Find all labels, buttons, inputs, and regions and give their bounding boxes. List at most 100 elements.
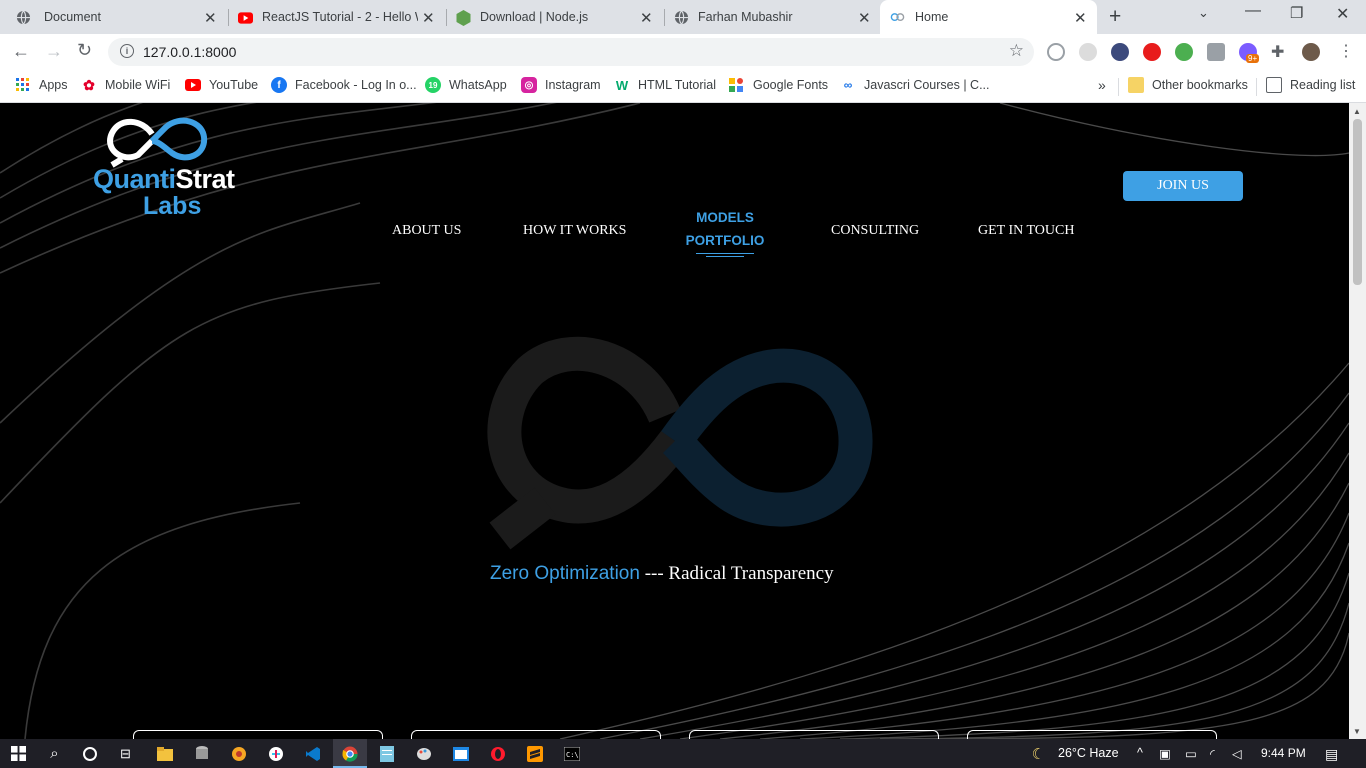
back-button[interactable]: ← [12, 41, 30, 62]
tab-farhan[interactable]: Farhan Mubashir ✕ [664, 0, 880, 34]
search-icon[interactable]: ⌕ [46, 745, 63, 762]
bookmark-facebook[interactable]: f Facebook - Log In o... [271, 77, 417, 93]
feature-card [133, 730, 383, 739]
chrome-icon[interactable] [341, 745, 358, 762]
youtube-icon [238, 10, 253, 25]
globe-icon [16, 10, 31, 25]
tab-home[interactable]: Home ✕ [880, 0, 1097, 34]
nav-how-it-works[interactable]: HOW IT WORKS [523, 223, 626, 239]
nav-about-us[interactable]: ABOUT US [392, 223, 461, 239]
bookmark-apps[interactable]: Apps [15, 77, 68, 93]
huawei-icon: ✿ [83, 76, 95, 93]
camera-icon[interactable] [1207, 43, 1225, 61]
scroll-down-arrow-icon[interactable]: ▼ [1353, 727, 1361, 736]
tab-nodejs[interactable]: Download | Node.js ✕ [446, 0, 664, 34]
nav-get-in-touch[interactable]: GET IN TOUCH [978, 223, 1074, 239]
cursor-extension-icon[interactable] [1111, 43, 1129, 61]
clock[interactable]: 9:44 PM [1261, 746, 1306, 760]
sublime-icon[interactable] [526, 745, 543, 762]
task-view-icon[interactable]: ⊟ [117, 745, 134, 762]
bookmarks-overflow-button[interactable]: » [1098, 77, 1106, 93]
bookmarks-bar: Apps ✿ Mobile WiFi YouTube f Facebook - Lo… [0, 71, 1366, 103]
page-viewport: QuantiStrat Labs ABOUT US HOW IT WORKS M… [0, 103, 1349, 739]
wifi-icon[interactable]: ◜ [1210, 746, 1215, 761]
notepad-icon[interactable] [378, 745, 395, 762]
nav-active-underline [696, 253, 754, 254]
bookmark-javascript-courses[interactable]: ∞ Javascri Courses | C... [840, 77, 990, 93]
slack-icon[interactable] [267, 745, 284, 762]
tab-strip: Document ✕ ReactJS Tutorial - 2 - Hello … [0, 0, 1366, 34]
infinity-watermark-icon [487, 336, 873, 550]
page-scrollbar[interactable]: ▲ ▼ [1349, 103, 1366, 739]
info-icon[interactable]: i [120, 44, 134, 58]
tab-title: ReactJS Tutorial - 2 - Hello W [262, 10, 418, 24]
tab-title: Home [915, 10, 949, 24]
tab-document[interactable]: Document ✕ [0, 0, 228, 34]
close-tab-icon[interactable]: ✕ [422, 9, 435, 27]
bookmark-youtube[interactable]: YouTube [185, 77, 258, 93]
scrollbar-thumb[interactable] [1353, 119, 1362, 285]
app-icon[interactable] [230, 745, 247, 762]
globe-extension-icon[interactable] [1047, 43, 1065, 61]
minimize-button[interactable]: — [1245, 2, 1261, 20]
weather-text[interactable]: 26°C Haze [1058, 746, 1119, 760]
course-icon: ∞ [843, 78, 853, 92]
menu-icon[interactable]: ⋮ [1338, 41, 1354, 61]
join-us-button[interactable]: JOIN US [1123, 171, 1243, 201]
colorful-extension-icon[interactable] [1175, 43, 1193, 61]
close-tab-icon[interactable]: ✕ [1074, 9, 1087, 27]
weather-moon-icon[interactable]: ☾ [1030, 745, 1047, 763]
battery-icon[interactable]: ▭ [1185, 746, 1197, 761]
opera-icon[interactable] [489, 745, 506, 762]
close-tab-icon[interactable]: ✕ [858, 9, 871, 27]
facebook-icon: f [271, 77, 287, 93]
bookmark-google-fonts[interactable]: Google Fonts [729, 77, 828, 93]
globe-icon [674, 10, 689, 25]
bookmark-mobile-wifi[interactable]: ✿ Mobile WiFi [81, 77, 170, 93]
extension-icon[interactable] [1079, 43, 1097, 61]
notification-icon[interactable]: ▤ [1325, 746, 1338, 763]
folder-icon [1128, 77, 1144, 93]
close-tab-icon[interactable]: ✕ [204, 9, 217, 27]
reload-button[interactable]: ↻ [77, 40, 92, 61]
tab-reactjs[interactable]: ReactJS Tutorial - 2 - Hello W ✕ [228, 0, 446, 34]
tab-title: Download | Node.js [480, 10, 589, 24]
bookmark-star-icon[interactable]: ☆ [1009, 41, 1024, 61]
close-tab-icon[interactable]: ✕ [640, 9, 653, 27]
vscode-icon[interactable] [304, 745, 321, 762]
bookmark-html-tutorial[interactable]: W HTML Tutorial [614, 77, 716, 93]
other-bookmarks[interactable]: Other bookmarks [1128, 77, 1248, 93]
logo-wordmark: QuantiStrat [93, 164, 235, 194]
app-window-icon[interactable] [452, 745, 469, 762]
paint-icon[interactable] [415, 745, 432, 762]
restore-button[interactable]: ❐ [1290, 4, 1303, 22]
apps-grid-icon [15, 77, 31, 93]
adblock-icon[interactable] [1143, 43, 1161, 61]
w3schools-icon: W [615, 77, 629, 93]
bookmark-whatsapp[interactable]: 19 WhatsApp [425, 77, 507, 93]
tab-search-icon[interactable]: ⌄ [1198, 5, 1209, 21]
reading-list[interactable]: Reading list [1266, 77, 1355, 93]
puzzle-icon[interactable]: ✚ [1271, 42, 1289, 61]
database-icon[interactable] [193, 745, 210, 762]
close-window-button[interactable]: ✕ [1336, 4, 1349, 24]
address-bar[interactable]: i 127.0.0.1:8000 ☆ [108, 38, 1034, 66]
chevron-up-icon[interactable]: ^ [1137, 746, 1143, 760]
nodejs-icon [456, 9, 471, 26]
feature-card [689, 730, 939, 739]
windows-start-icon[interactable] [10, 745, 27, 762]
volume-icon[interactable]: ◁ [1232, 746, 1242, 761]
nav-models-portfolio[interactable]: MODELS PORTFOLIO [676, 206, 774, 252]
new-tab-button[interactable]: + [1109, 5, 1121, 29]
avatar[interactable] [1302, 43, 1320, 61]
forward-button[interactable]: → [45, 41, 63, 62]
cortana-icon[interactable] [81, 745, 98, 762]
device-icon[interactable]: ▣ [1159, 746, 1171, 761]
nav-consulting[interactable]: CONSULTING [831, 223, 919, 239]
tab-title: Farhan Mubashir [698, 10, 793, 24]
nav-active-underline [706, 256, 744, 257]
scroll-up-arrow-icon[interactable]: ▲ [1353, 107, 1361, 116]
terminal-icon[interactable]: C:\ [563, 745, 580, 762]
bookmark-instagram[interactable]: ◎ Instagram [521, 77, 601, 93]
file-explorer-icon[interactable] [156, 745, 173, 762]
